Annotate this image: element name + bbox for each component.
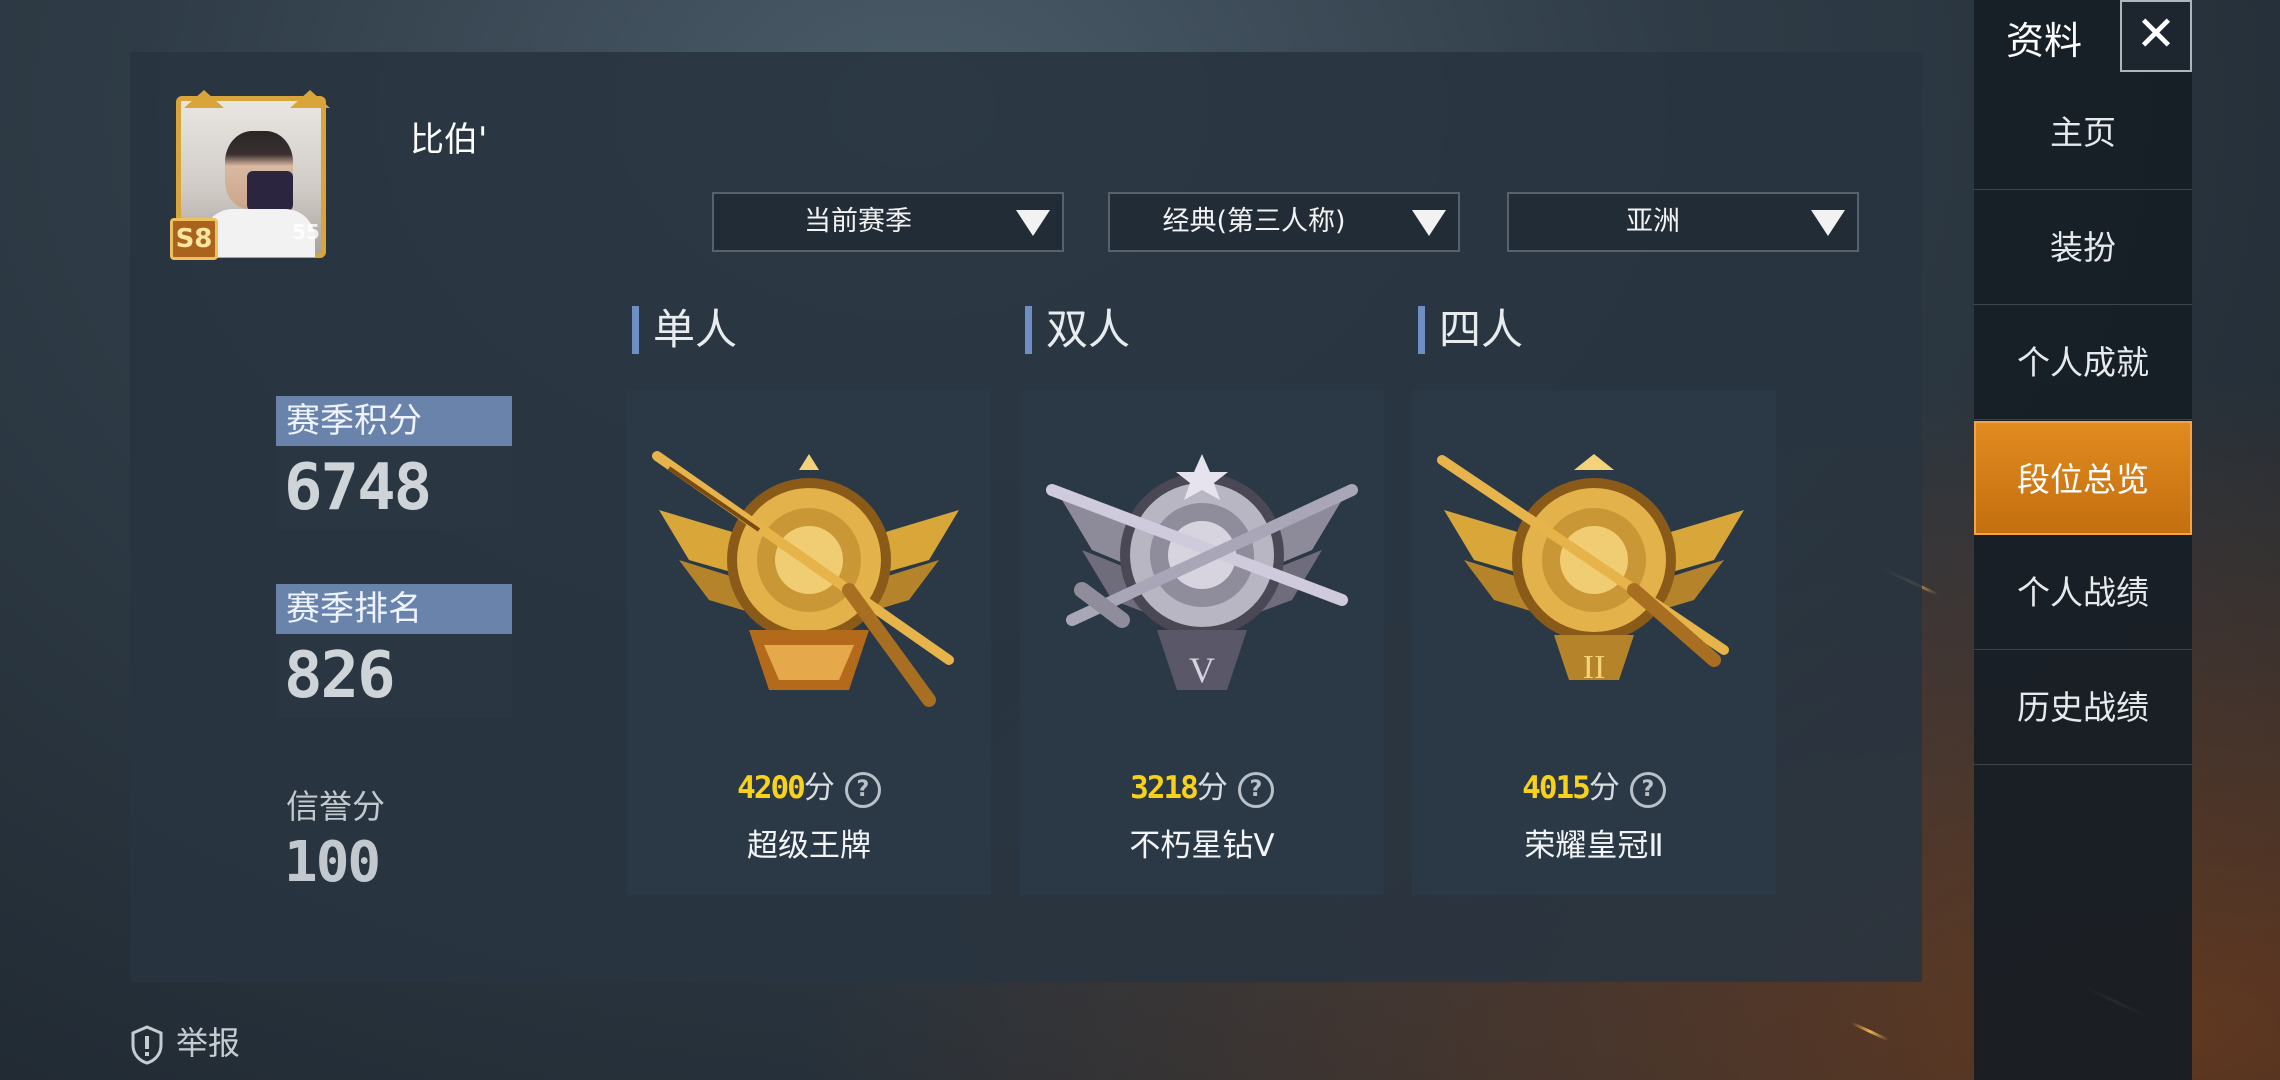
ember-decoration <box>1851 1021 1889 1042</box>
rank-score-value: 4200 <box>737 770 806 806</box>
close-button[interactable]: ✕ <box>2120 0 2192 72</box>
crown-gold-emblem-icon: II <box>1437 454 1744 686</box>
report-button[interactable]: 举报 <box>130 1018 240 1065</box>
side-nav-header: 资料 ✕ <box>1976 0 2194 74</box>
season-rank-box: 赛季排名 826 <box>276 584 512 718</box>
mode-title-duo: 双人 <box>1025 306 1130 354</box>
rank-score-unit: 分 <box>1588 770 1620 806</box>
help-icon[interactable]: ? <box>1629 771 1666 808</box>
avatar-photo-detail <box>247 171 293 211</box>
shield-alert-icon <box>131 1025 163 1065</box>
player-avatar[interactable]: S8 55 <box>170 90 330 261</box>
report-label: 举报 <box>176 1024 241 1062</box>
nav-item-achievements[interactable]: 个人成就 <box>1974 306 2192 420</box>
rank-score: 4015分? <box>1412 762 1776 808</box>
side-nav-title: 资料 <box>2006 19 2083 63</box>
nav-item-rank-overview[interactable]: 段位总览 <box>1974 421 2192 535</box>
help-icon[interactable]: ? <box>844 771 881 808</box>
triangle-down-icon <box>1412 210 1446 236</box>
rank-score-unit: 分 <box>803 770 835 806</box>
rank-score-unit: 分 <box>1196 770 1228 806</box>
region-dropdown-label: 亚洲 <box>1626 206 1680 237</box>
close-icon: ✕ <box>2135 6 2177 62</box>
mode-title-squad: 四人 <box>1418 306 1523 354</box>
rank-card-duo[interactable]: V 3218分? 不朽星钻Ⅴ <box>1020 390 1384 895</box>
nav-item-outfit[interactable]: 装扮 <box>1974 191 2192 305</box>
season-dropdown-label: 当前赛季 <box>804 206 912 237</box>
mode-dropdown-label: 经典(第三人称) <box>1162 206 1346 237</box>
nav-item-personal-stats[interactable]: 个人战绩 <box>1974 536 2192 650</box>
player-name: 比伯' <box>410 120 488 160</box>
triangle-down-icon <box>1811 210 1845 236</box>
season-rank-label: 赛季排名 <box>276 584 512 634</box>
season-badge: S8 <box>170 218 218 260</box>
rank-tier-name: 不朽星钻Ⅴ <box>1129 828 1275 864</box>
rank-score: 3218分? <box>1020 762 1384 808</box>
season-points-label: 赛季积分 <box>276 396 512 446</box>
rank-card-solo[interactable]: 4200分? 超级王牌 <box>627 390 991 895</box>
rank-score-value: 3218 <box>1130 770 1199 806</box>
season-dropdown[interactable]: 当前赛季 <box>712 192 1064 252</box>
rank-score-value: 4015 <box>1522 770 1591 806</box>
help-icon[interactable]: ? <box>1237 771 1274 808</box>
rank-tier-name: 荣耀皇冠Ⅱ <box>1524 828 1664 864</box>
triangle-down-icon <box>1016 210 1050 236</box>
season-rank-value: 826 <box>276 634 512 718</box>
region-dropdown[interactable]: 亚洲 <box>1507 192 1859 252</box>
svg-text:V: V <box>1189 650 1215 690</box>
player-level: 55 <box>292 220 320 244</box>
rank-tier-name: 超级王牌 <box>747 828 871 864</box>
ace-gold-emblem-icon <box>652 451 959 707</box>
credit-value: 100 <box>284 830 381 895</box>
season-points-box: 赛季积分 6748 <box>276 396 512 530</box>
nav-item-history[interactable]: 历史战绩 <box>1974 651 2192 765</box>
diamond-silver-emblem-icon: V <box>1046 454 1358 690</box>
mode-dropdown[interactable]: 经典(第三人称) <box>1108 192 1460 252</box>
svg-text:II: II <box>1583 649 1606 686</box>
rank-card-squad[interactable]: II 4015分? 荣耀皇冠Ⅱ <box>1412 390 1776 895</box>
mode-title-solo: 单人 <box>632 306 737 354</box>
credit-label: 信誉分 <box>286 787 385 826</box>
season-points-value: 6748 <box>276 446 512 530</box>
nav-item-home[interactable]: 主页 <box>1974 76 2192 190</box>
rank-score: 4200分? <box>627 762 991 808</box>
